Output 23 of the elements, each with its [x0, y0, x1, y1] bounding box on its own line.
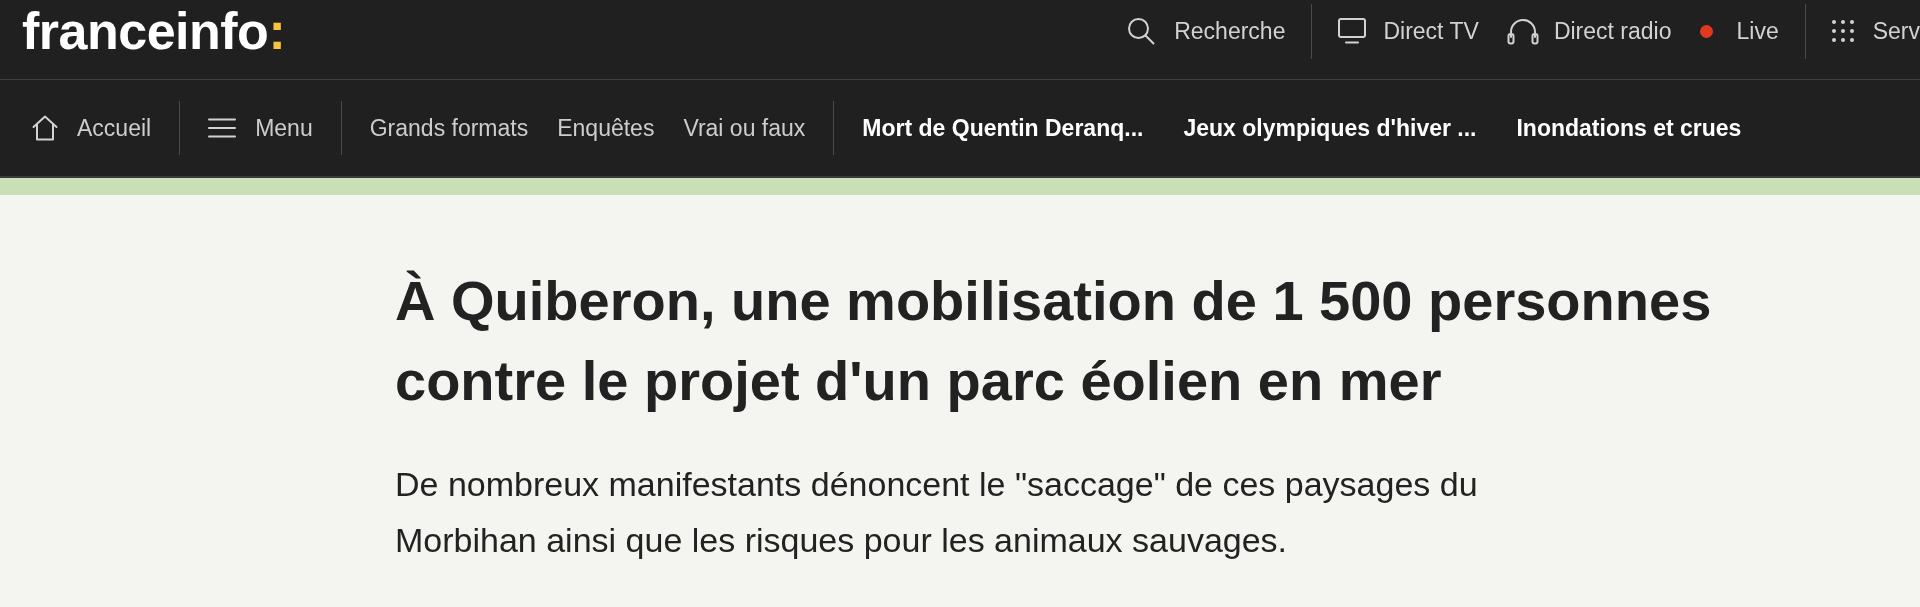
article-headline: À Quiberon, une mobilisation de 1 500 personnes contre le projet d'un parc éolien en mer [395, 268, 1713, 414]
live-dot-icon [1699, 24, 1713, 38]
section-link[interactable]: Enquêtes [557, 110, 655, 146]
topic-link[interactable]: Inondations et crues [1516, 110, 1742, 146]
direct-radio-link[interactable]: Direct radio [1506, 13, 1672, 49]
live-link[interactable]: Live [1699, 13, 1779, 49]
topic-link[interactable]: Mort de Quentin Deranq... [862, 110, 1144, 146]
search-link[interactable]: Recherche [1127, 13, 1286, 49]
grid-icon [1831, 20, 1854, 42]
search-icon [1127, 17, 1156, 45]
section-link[interactable]: Grands formats [369, 110, 529, 146]
home-link[interactable]: Accueil [32, 110, 152, 146]
article-lead: De nombreux manifestants dénoncent le "saccage" de ces paysages du Morbihan ainsi que les risques pour les animaux sauvages. [395, 464, 1479, 561]
menu-button[interactable]: Menu [208, 110, 313, 146]
topic-link[interactable]: Jeux olympiques d'hiver ... [1183, 110, 1477, 146]
menu-icon [208, 118, 237, 138]
services-link[interactable]: Serv [1831, 13, 1920, 49]
section-link[interactable]: Vrai ou faux [683, 110, 806, 146]
direct-tv-link[interactable]: Direct TV [1338, 13, 1479, 49]
site-logo[interactable]: franceinfo: [22, 0, 286, 62]
headphones-icon [1506, 17, 1539, 45]
home-icon [32, 115, 58, 141]
monitor-icon [1338, 18, 1367, 44]
